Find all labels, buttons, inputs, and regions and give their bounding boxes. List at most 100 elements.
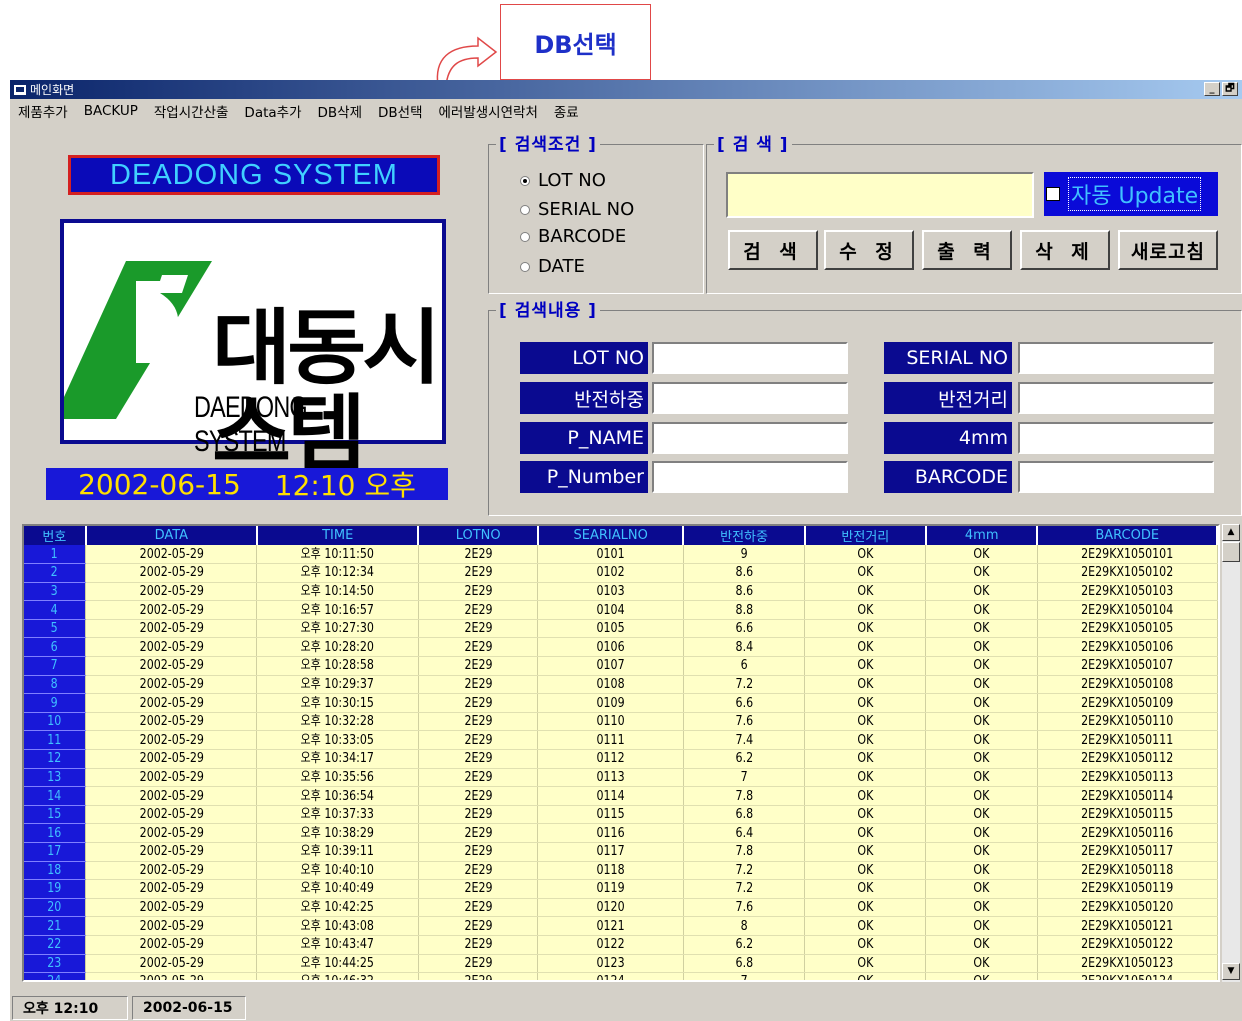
table-cell[interactable]: 2002-05-29 [85,749,258,769]
table-cell[interactable]: 0111 [537,730,684,751]
data-grid[interactable]: 번호 DATA TIME LOTNO SEARIALNO 반전하중 반전거리 4mm BARCO… [22,524,1220,982]
table-cell[interactable]: 0112 [537,749,684,769]
table-cell[interactable]: 2E29 [418,563,539,583]
table-cell[interactable]: 2E29 [418,861,539,881]
table-cell[interactable]: 7.8 [683,842,806,862]
table-cell[interactable]: OK [804,749,927,769]
table-cell[interactable]: 오후 10:46:32 [256,972,419,980]
table-cell[interactable]: 2E29KX1050110 [1037,712,1218,732]
grid-scrollbar[interactable]: ▲ ▼ [1222,524,1240,982]
table-cell[interactable]: 오후 10:34:17 [256,749,419,769]
search-input[interactable] [726,172,1034,218]
table-cell[interactable]: 2002-05-29 [85,786,258,806]
input-serial-no[interactable] [1018,342,1214,374]
table-row[interactable]: 14 2002-05-29 오후 10:36:54 2E29 0114 7.8 OK OK 2E… [24,786,1218,806]
table-cell[interactable]: 4 [24,600,87,620]
table-cell[interactable]: 0102 [537,563,684,583]
table-cell[interactable]: OK [804,786,927,806]
table-cell[interactable]: 2E29KX1050117 [1037,842,1218,862]
search-button[interactable]: 검 색 [728,230,818,270]
table-cell[interactable]: 11 [24,730,87,751]
table-cell[interactable]: 2E29KX1050111 [1037,730,1218,751]
table-cell[interactable]: OK [925,879,1038,899]
table-cell[interactable]: 2E29 [418,712,539,732]
table-cell[interactable]: 6.8 [683,954,806,974]
table-cell[interactable]: 14 [24,786,87,806]
table-cell[interactable]: 2E29 [418,879,539,899]
table-row[interactable]: 19 2002-05-29 오후 10:40:49 2E29 0119 7.2 OK OK 2E… [24,879,1218,899]
menu-item-delete-db[interactable]: DB삭제 [318,101,363,121]
table-cell[interactable]: 오후 10:44:25 [256,954,419,974]
table-cell[interactable]: OK [925,842,1038,862]
table-cell[interactable]: 7.8 [683,786,806,806]
table-cell[interactable]: 2E29 [418,954,539,974]
table-cell[interactable]: 7 [683,768,806,788]
table-cell[interactable]: OK [804,972,927,980]
table-cell[interactable]: 2E29 [418,823,539,843]
table-cell[interactable]: 8 [24,675,87,695]
table-row[interactable]: 24 2002-05-29 오후 10:46:32 2E29 0124 7 OK OK 2E29… [24,972,1218,980]
table-cell[interactable]: 오후 10:42:25 [256,898,419,918]
table-cell[interactable]: 오후 10:35:56 [256,768,419,788]
table-cell[interactable]: 8.6 [683,563,806,583]
table-cell[interactable]: 0103 [537,582,684,602]
table-cell[interactable]: 9 [683,545,806,565]
table-row[interactable]: 4 2002-05-29 오후 10:16:57 2E29 0104 8.8 OK OK 2E2… [24,600,1218,620]
input-reverse-load[interactable] [652,382,848,414]
table-cell[interactable]: 0105 [537,619,684,639]
column-header[interactable]: 반전거리 [804,526,927,545]
input-lot-no[interactable] [652,342,848,374]
table-cell[interactable]: 12 [24,749,87,769]
table-cell[interactable]: OK [925,749,1038,769]
table-row[interactable]: 11 2002-05-29 오후 10:33:05 2E29 0111 7.4 OK OK 2E… [24,730,1218,751]
table-cell[interactable]: OK [804,693,927,713]
table-cell[interactable]: 0109 [537,693,684,713]
table-row[interactable]: 21 2002-05-29 오후 10:43:08 2E29 0121 8 OK OK 2E29… [24,916,1218,936]
radio-lot-no-indicator[interactable] [520,175,530,186]
table-cell[interactable]: OK [804,823,927,843]
table-cell[interactable]: 2E29 [418,898,539,918]
table-cell[interactable]: OK [925,563,1038,583]
column-header[interactable]: 번호 [24,526,87,545]
table-cell[interactable]: 2002-05-29 [85,730,258,751]
table-cell[interactable]: 2E29KX1050114 [1037,786,1218,806]
table-cell[interactable]: OK [804,916,927,936]
table-cell[interactable]: 2002-05-29 [85,805,258,825]
table-cell[interactable]: 0107 [537,656,684,676]
table-cell[interactable]: 2E29KX1050112 [1037,749,1218,769]
table-cell[interactable]: OK [804,619,927,639]
table-cell[interactable]: 2002-05-29 [85,972,258,980]
table-cell[interactable]: OK [804,730,927,751]
table-cell[interactable]: 오후 10:14:50 [256,582,419,602]
table-cell[interactable]: 2E29 [418,582,539,602]
table-cell[interactable]: OK [804,935,927,955]
table-cell[interactable]: 2002-05-29 [85,619,258,639]
table-cell[interactable]: OK [925,935,1038,955]
table-cell[interactable]: 오후 10:43:47 [256,935,419,955]
table-cell[interactable]: 2E29 [418,545,539,565]
table-cell[interactable]: 2 [24,563,87,583]
table-cell[interactable]: OK [925,582,1038,602]
table-cell[interactable]: 0120 [537,898,684,918]
menu-item-add-product[interactable]: 제품추가 [18,101,68,121]
table-cell[interactable]: 2002-05-29 [85,935,258,955]
table-cell[interactable]: 2002-05-29 [85,545,258,565]
table-cell[interactable]: OK [925,693,1038,713]
table-cell[interactable]: OK [925,898,1038,918]
menu-item-work-time[interactable]: 작업시간산출 [154,101,229,121]
table-cell[interactable]: 오후 10:29:37 [256,675,419,695]
table-cell[interactable]: 오후 10:11:50 [256,545,419,565]
table-cell[interactable]: 6 [683,656,806,676]
table-cell[interactable]: 오후 10:39:11 [256,842,419,862]
column-header[interactable]: 반전하중 [683,526,806,545]
table-cell[interactable]: 2E29KX1050123 [1037,954,1218,974]
table-cell[interactable]: 1 [24,545,87,565]
table-cell[interactable]: 2002-05-29 [85,563,258,583]
table-cell[interactable]: 0110 [537,712,684,732]
table-cell[interactable]: 0123 [537,954,684,974]
table-cell[interactable]: 0104 [537,600,684,620]
table-cell[interactable]: OK [925,712,1038,732]
table-row[interactable]: 16 2002-05-29 오후 10:38:29 2E29 0116 6.4 OK OK 2E… [24,823,1218,843]
table-cell[interactable]: 0113 [537,768,684,788]
table-cell[interactable]: 2E29 [418,935,539,955]
